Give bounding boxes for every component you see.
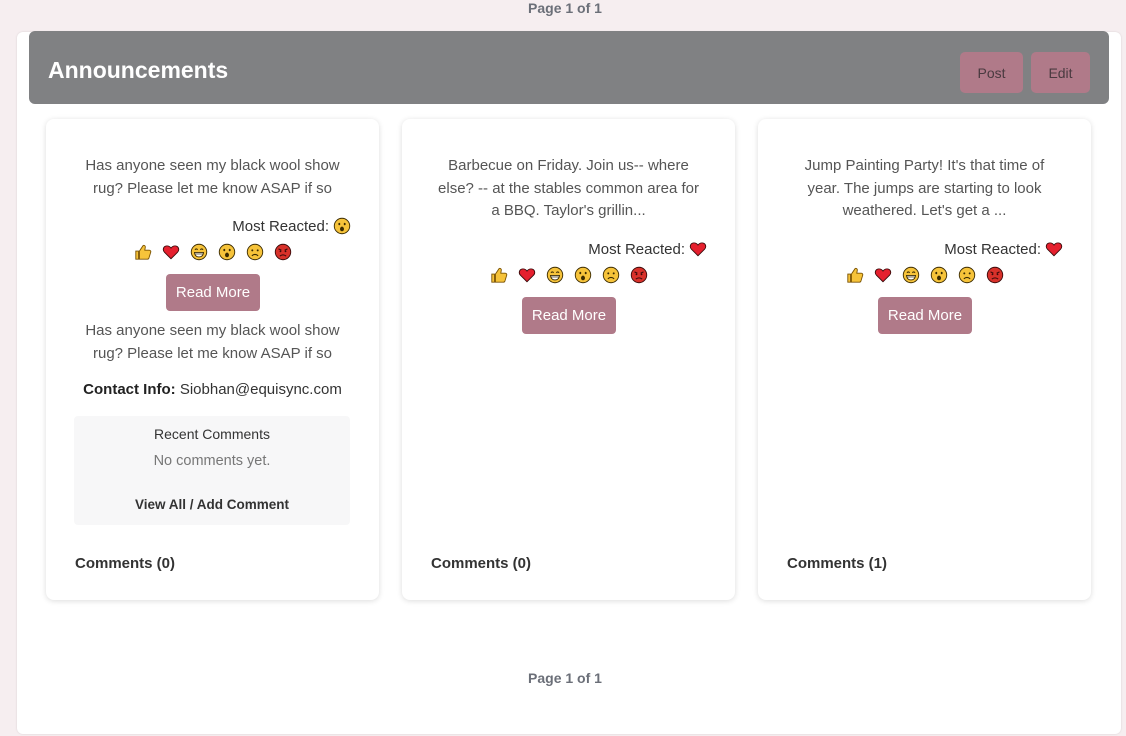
- announcement-card-1: Has anyone seen my black wool show rug? …: [46, 119, 379, 600]
- heart-icon: [1045, 240, 1063, 258]
- most-reacted-label: Most Reacted:: [944, 240, 1041, 258]
- most-reacted: Most Reacted:: [232, 217, 351, 235]
- most-reacted: Most Reacted:: [588, 240, 707, 258]
- heart-icon[interactable]: [518, 266, 536, 284]
- announcement-excerpt: Has anyone seen my black wool show rug? …: [85, 157, 340, 197]
- announcement-full-text: Has anyone seen my black wool show rug? …: [85, 322, 340, 362]
- reaction-bar: [758, 266, 1091, 284]
- sad-icon[interactable]: [602, 266, 620, 284]
- announcement-excerpt: Barbecue on Friday. Join us-- where else…: [438, 157, 699, 219]
- angry-icon[interactable]: [630, 266, 648, 284]
- most-reacted-label: Most Reacted:: [232, 217, 329, 235]
- surprised-icon[interactable]: [218, 243, 236, 261]
- comments-count-toggle[interactable]: Comments (0): [431, 555, 531, 572]
- heart-icon[interactable]: [874, 266, 892, 284]
- contact-label: Contact Info:: [83, 381, 176, 398]
- heart-icon[interactable]: [162, 243, 180, 261]
- reaction-bar: [402, 266, 735, 284]
- most-reacted: Most Reacted:: [944, 240, 1063, 258]
- no-comments-text: No comments yet.: [153, 453, 271, 469]
- thumbs-up-icon[interactable]: [490, 266, 508, 284]
- bottom-pagination: Page 1 of 1: [528, 670, 602, 686]
- laughing-icon[interactable]: [546, 266, 564, 284]
- edit-button[interactable]: Edit: [1031, 52, 1090, 93]
- surprised-icon[interactable]: [930, 266, 948, 284]
- recent-comments-box: Recent Comments No comments yet. View Al…: [74, 416, 350, 525]
- laughing-icon[interactable]: [190, 243, 208, 261]
- sad-icon[interactable]: [246, 243, 264, 261]
- angry-icon[interactable]: [986, 266, 1004, 284]
- most-reacted-label: Most Reacted:: [588, 240, 685, 258]
- read-more-button[interactable]: Read More: [522, 297, 616, 334]
- announcements-header: Announcements Post Edit: [29, 31, 1109, 104]
- recent-comments-title: Recent Comments: [154, 426, 270, 442]
- top-pagination: Page 1 of 1: [528, 0, 602, 16]
- comments-count-toggle[interactable]: Comments (0): [75, 555, 175, 572]
- read-more-button[interactable]: Read More: [878, 297, 972, 334]
- thumbs-up-icon[interactable]: [134, 243, 152, 261]
- contact-email: Siobhan@equisync.com: [179, 381, 342, 398]
- surprised-icon: [333, 217, 351, 235]
- reaction-bar: [46, 243, 379, 261]
- contact-info: Contact Info: Siobhan@equisync.com: [46, 381, 379, 398]
- announcement-excerpt: Jump Painting Party! It's that time of y…: [804, 157, 1045, 219]
- page-title: Announcements: [48, 57, 229, 83]
- surprised-icon[interactable]: [574, 266, 592, 284]
- view-all-add-comment-link[interactable]: View All / Add Comment: [74, 497, 350, 512]
- announcement-card-3: Jump Painting Party! It's that time of y…: [758, 119, 1091, 600]
- sad-icon[interactable]: [958, 266, 976, 284]
- thumbs-up-icon[interactable]: [846, 266, 864, 284]
- post-button[interactable]: Post: [960, 52, 1023, 93]
- laughing-icon[interactable]: [902, 266, 920, 284]
- angry-icon[interactable]: [274, 243, 292, 261]
- announcement-card-2: Barbecue on Friday. Join us-- where else…: [402, 119, 735, 600]
- read-more-button[interactable]: Read More: [166, 274, 260, 311]
- heart-icon: [689, 240, 707, 258]
- comments-count-toggle[interactable]: Comments (1): [787, 555, 887, 572]
